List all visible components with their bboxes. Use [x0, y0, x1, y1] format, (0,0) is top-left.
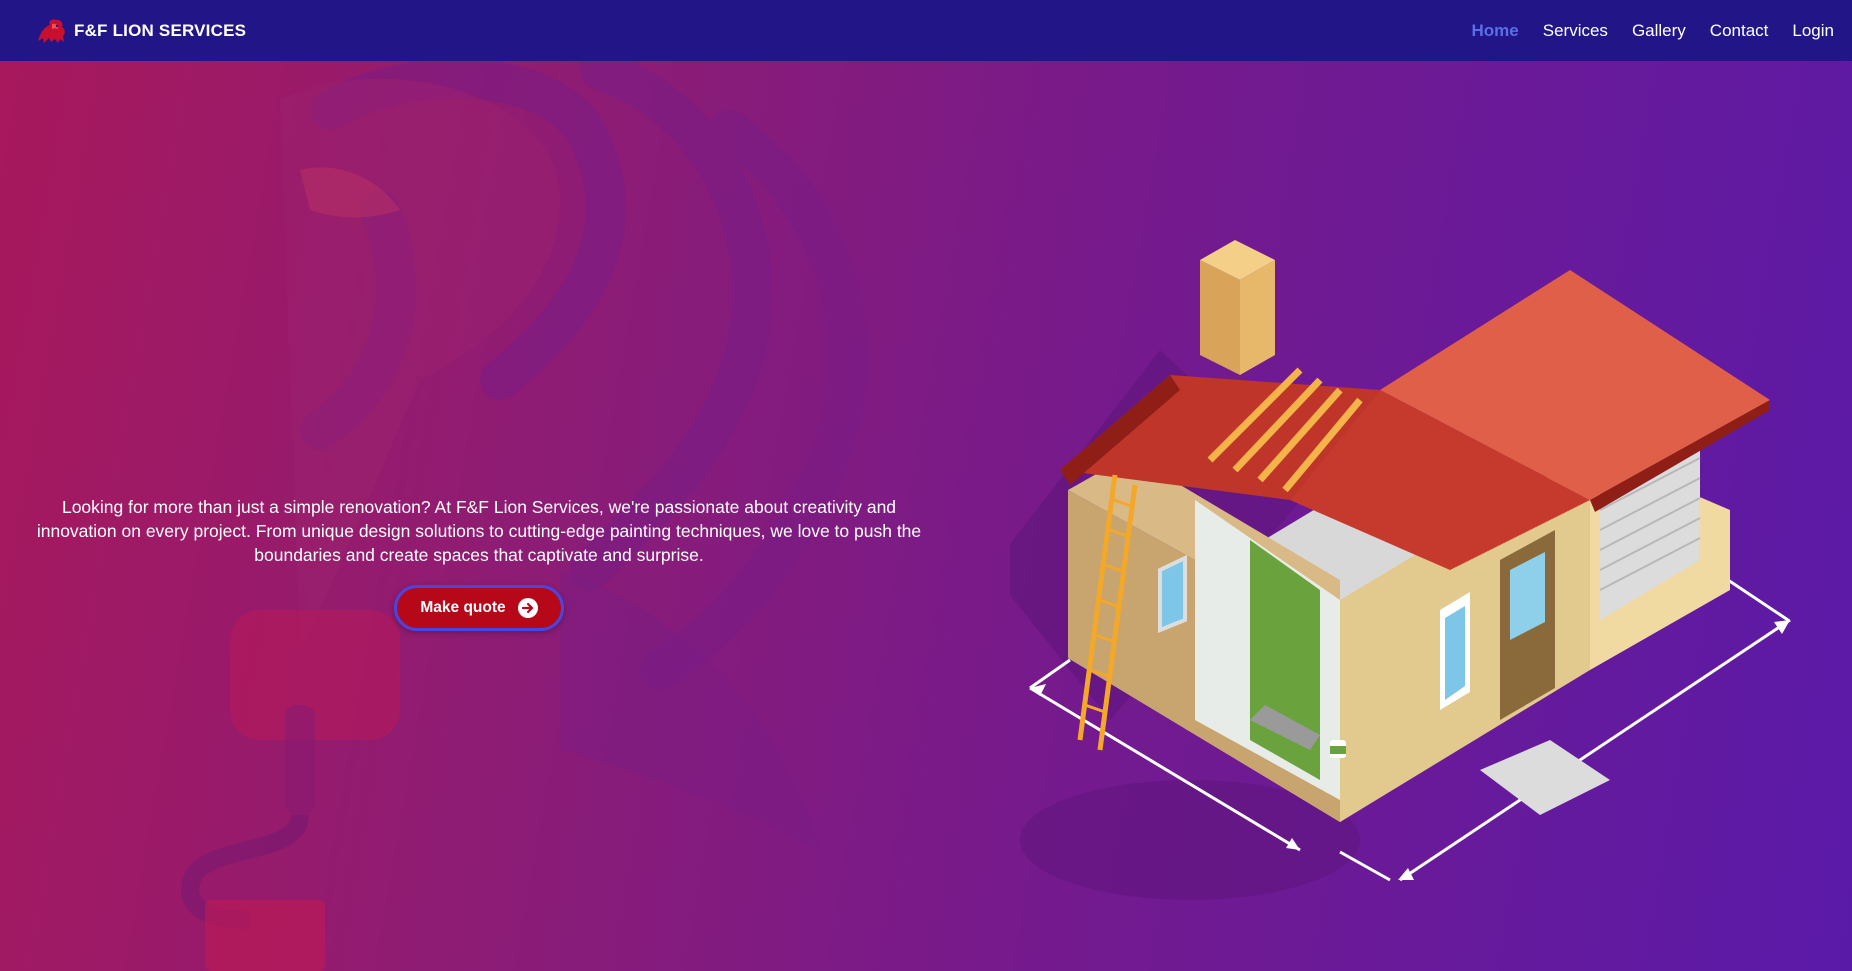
- paint-roller-watermark-icon: [180, 610, 400, 971]
- navbar: F&F LION SERVICES Home Services Gallery …: [0, 0, 1852, 61]
- nav-contact[interactable]: Contact: [1710, 21, 1769, 41]
- nav-login[interactable]: Login: [1792, 21, 1834, 41]
- hero-description: Looking for more than just a simple reno…: [36, 497, 922, 565]
- brand-name: F&F LION SERVICES: [74, 20, 247, 40]
- nav-services[interactable]: Services: [1543, 21, 1608, 41]
- arrow-right-circle-icon: [517, 598, 538, 618]
- make-quote-label: Make quote: [420, 599, 506, 616]
- make-quote-button[interactable]: Make quote: [394, 585, 564, 631]
- nav-gallery[interactable]: Gallery: [1632, 21, 1686, 41]
- house-illustration: [1010, 240, 1791, 900]
- brand[interactable]: F&F LION SERVICES: [34, 15, 246, 47]
- nav-links: Home Services Gallery Contact Login: [1472, 21, 1834, 41]
- lion-logo-icon: [38, 18, 65, 43]
- nav-home[interactable]: Home: [1472, 21, 1519, 41]
